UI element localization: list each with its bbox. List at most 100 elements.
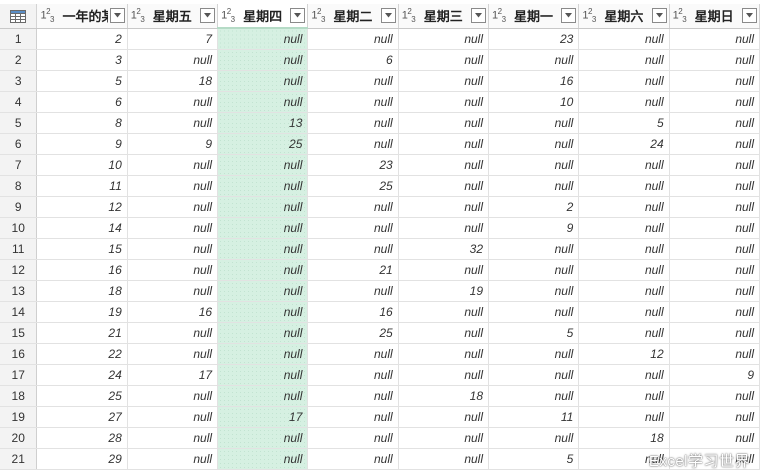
table-cell[interactable]: 10 xyxy=(488,91,580,113)
table-cell[interactable]: null xyxy=(488,133,580,155)
number-type-icon[interactable]: 123 xyxy=(582,7,604,24)
table-cell[interactable]: 18 xyxy=(398,385,490,407)
table-cell[interactable]: null xyxy=(398,217,490,239)
row-index[interactable]: 18 xyxy=(0,385,38,407)
row-index[interactable]: 11 xyxy=(0,238,38,260)
table-cell[interactable]: null xyxy=(217,385,309,407)
column-header[interactable]: 123一年的某... xyxy=(36,4,128,29)
table-cell[interactable]: null xyxy=(307,217,399,239)
number-type-icon[interactable]: 123 xyxy=(131,7,153,24)
table-cell[interactable]: 25 xyxy=(217,133,309,155)
table-cell[interactable]: 7 xyxy=(127,28,219,50)
table-cell[interactable]: null xyxy=(307,427,399,449)
table-cell[interactable]: null xyxy=(669,301,760,323)
table-cell[interactable]: 12 xyxy=(36,196,128,218)
table-cell[interactable]: 8 xyxy=(36,112,128,134)
table-cell[interactable]: null xyxy=(578,301,670,323)
table-cell[interactable]: null xyxy=(669,217,760,239)
filter-dropdown-button[interactable] xyxy=(561,8,577,24)
table-cell[interactable]: 11 xyxy=(488,406,580,428)
table-cell[interactable]: 32 xyxy=(398,238,490,260)
table-cell[interactable]: null xyxy=(307,91,399,113)
table-cell[interactable]: null xyxy=(398,448,490,470)
table-cell[interactable]: 16 xyxy=(307,301,399,323)
table-cell[interactable]: null xyxy=(398,406,490,428)
table-cell[interactable]: null xyxy=(127,217,219,239)
filter-dropdown-button[interactable] xyxy=(651,8,667,24)
table-cell[interactable]: 17 xyxy=(127,364,219,386)
table-cell[interactable]: 6 xyxy=(307,49,399,71)
table-cell[interactable]: null xyxy=(578,91,670,113)
table-cell[interactable]: null xyxy=(307,364,399,386)
table-cell[interactable]: 25 xyxy=(36,385,128,407)
table-cell[interactable]: null xyxy=(217,70,309,92)
table-cell[interactable]: 16 xyxy=(127,301,219,323)
table-cell[interactable]: null xyxy=(127,343,219,365)
table-cell[interactable]: null xyxy=(217,322,309,344)
table-cell[interactable]: null xyxy=(127,322,219,344)
row-index[interactable]: 21 xyxy=(0,448,38,470)
table-cell[interactable]: 9 xyxy=(127,133,219,155)
row-index[interactable]: 13 xyxy=(0,280,38,302)
table-cell[interactable]: null xyxy=(127,154,219,176)
table-cell[interactable]: null xyxy=(217,427,309,449)
table-cell[interactable]: 24 xyxy=(578,133,670,155)
row-index[interactable]: 4 xyxy=(0,91,38,113)
table-cell[interactable]: null xyxy=(307,70,399,92)
table-cell[interactable]: null xyxy=(398,91,490,113)
table-cell[interactable]: null xyxy=(488,343,580,365)
table-cell[interactable]: null xyxy=(578,259,670,281)
table-cell[interactable]: null xyxy=(217,280,309,302)
table-cell[interactable]: null xyxy=(307,280,399,302)
table-cell[interactable]: null xyxy=(127,448,219,470)
table-cell[interactable]: null xyxy=(217,49,309,71)
number-type-icon[interactable]: 123 xyxy=(40,7,62,24)
table-cell[interactable]: null xyxy=(578,280,670,302)
row-index[interactable]: 9 xyxy=(0,196,38,218)
filter-dropdown-button[interactable] xyxy=(290,8,306,23)
table-cell[interactable]: null xyxy=(398,343,490,365)
table-cell[interactable]: 19 xyxy=(36,301,128,323)
table-cell[interactable]: 18 xyxy=(127,70,219,92)
table-cell[interactable]: null xyxy=(578,154,670,176)
table-cell[interactable]: 18 xyxy=(578,427,670,449)
table-cell[interactable]: null xyxy=(127,175,219,197)
table-cell[interactable]: 5 xyxy=(578,112,670,134)
table-cell[interactable]: null xyxy=(669,112,760,134)
table-cell[interactable]: null xyxy=(669,427,760,449)
table-cell[interactable]: null xyxy=(217,91,309,113)
table-cell[interactable]: 16 xyxy=(36,259,128,281)
table-cell[interactable]: null xyxy=(307,385,399,407)
table-cell[interactable]: 25 xyxy=(307,175,399,197)
table-menu-button[interactable] xyxy=(0,4,38,29)
table-cell[interactable]: null xyxy=(669,49,760,71)
table-cell[interactable]: null xyxy=(127,91,219,113)
table-cell[interactable]: 25 xyxy=(307,322,399,344)
row-index[interactable]: 19 xyxy=(0,406,38,428)
number-type-icon[interactable]: 123 xyxy=(311,7,333,24)
table-cell[interactable]: null xyxy=(398,49,490,71)
table-cell[interactable]: 21 xyxy=(307,259,399,281)
table-cell[interactable]: null xyxy=(669,406,760,428)
table-cell[interactable]: 13 xyxy=(217,112,309,134)
table-cell[interactable]: null xyxy=(398,28,490,50)
table-cell[interactable]: null xyxy=(488,427,580,449)
table-cell[interactable]: 2 xyxy=(488,196,580,218)
table-cell[interactable]: 24 xyxy=(36,364,128,386)
table-cell[interactable]: null xyxy=(127,49,219,71)
table-cell[interactable]: null xyxy=(669,175,760,197)
table-cell[interactable]: null xyxy=(578,238,670,260)
table-cell[interactable]: null xyxy=(217,343,309,365)
table-cell[interactable]: 14 xyxy=(36,217,128,239)
table-cell[interactable]: 11 xyxy=(36,175,128,197)
table-cell[interactable]: null xyxy=(488,238,580,260)
filter-dropdown-button[interactable] xyxy=(380,8,396,24)
table-cell[interactable]: null xyxy=(217,301,309,323)
table-cell[interactable]: null xyxy=(669,133,760,155)
row-index[interactable]: 2 xyxy=(0,49,38,71)
table-cell[interactable]: null xyxy=(488,280,580,302)
table-cell[interactable]: null xyxy=(307,406,399,428)
table-cell[interactable]: 5 xyxy=(36,70,128,92)
table-cell[interactable]: null xyxy=(488,259,580,281)
table-cell[interactable]: null xyxy=(217,364,309,386)
